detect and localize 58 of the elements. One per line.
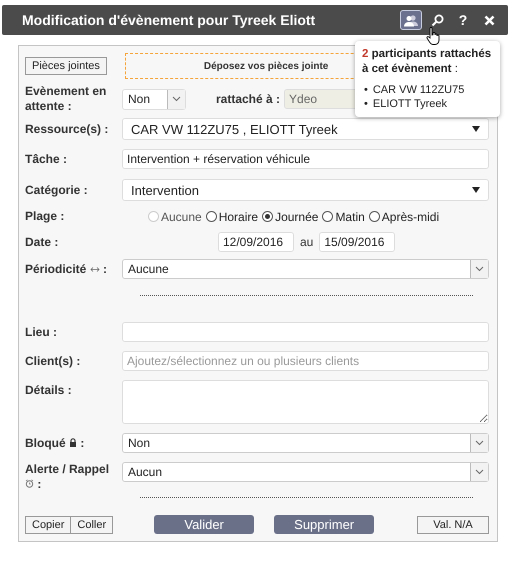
chevron-down-icon: [475, 469, 484, 475]
dropdown-arrow-icon: [472, 187, 480, 193]
validate-button[interactable]: Valider: [154, 515, 254, 534]
close-icon: [484, 14, 494, 26]
help-button[interactable]: ?: [452, 10, 474, 30]
arrows-icon: [90, 266, 100, 272]
field-label: Périodicité :: [25, 262, 108, 276]
field-label: Evènement en attente :: [25, 84, 108, 114]
copy-button[interactable]: Copier: [25, 516, 72, 534]
start-date-field[interactable]: 12/09/2016: [218, 232, 294, 252]
delete-button[interactable]: Supprimer: [274, 515, 374, 534]
radio-option[interactable]: Matin: [322, 210, 365, 224]
field-label: Client(s) :: [25, 354, 82, 368]
task-field[interactable]: Intervention + réservation véhicule: [122, 149, 489, 169]
attachments-button[interactable]: Pièces jointes: [25, 57, 107, 75]
lock-icon: [69, 438, 78, 446]
bullet-marker: •: [364, 97, 368, 111]
field-label: Catégorie :: [25, 182, 89, 198]
field-label: rattaché à :: [216, 92, 280, 106]
date-separator: au: [300, 235, 314, 249]
label-suffix: :: [103, 262, 108, 276]
field-label: Tâche :: [25, 152, 68, 166]
end-date-field[interactable]: 15/09/2016: [319, 232, 396, 252]
na-button[interactable]: Val. N/A: [417, 516, 489, 534]
field-label: Date :: [25, 234, 60, 250]
radio-option[interactable]: Après-midi: [368, 210, 440, 224]
field-label: Alerte / Rappel :: [25, 462, 110, 492]
dropdown-arrow-icon: [472, 126, 480, 132]
field-label: Ressource(s) :: [25, 122, 110, 136]
resources-select[interactable]: CAR VW 112ZU75 , ELIOTT Tyreek: [122, 118, 489, 140]
chevron-down-icon: [475, 440, 484, 446]
pending-select[interactable]: Non: [122, 88, 186, 110]
paste-button[interactable]: Coller: [71, 516, 114, 534]
category-select[interactable]: Intervention: [122, 179, 489, 201]
alert-select[interactable]: Aucun: [122, 462, 489, 482]
chevron-down-icon: [172, 96, 181, 102]
field-label: Plage :: [25, 209, 66, 224]
clients-field[interactable]: Ajoutez/sélectionnez un ou plusieurs clients: [122, 351, 489, 371]
participant-item: CAR VW 112ZU75: [372, 83, 464, 97]
alarm-clock-icon: [25, 479, 34, 488]
place-field[interactable]: [122, 322, 489, 342]
radio-option[interactable]: Journée: [262, 210, 318, 224]
search-icon: [430, 14, 444, 26]
field-label: Détails :: [25, 383, 73, 398]
field-label: Lieu :: [25, 324, 58, 340]
radio-option[interactable]: Horaire: [206, 210, 258, 224]
label-suffix: :: [80, 436, 84, 450]
label-suffix: :: [37, 477, 42, 491]
locked-select[interactable]: Non: [122, 433, 489, 453]
field-label: Bloqué :: [25, 436, 86, 450]
details-field[interactable]: [122, 380, 489, 424]
bullet-marker: •: [364, 83, 368, 97]
people-icon: [404, 14, 418, 26]
periodicity-select[interactable]: Aucune: [122, 259, 489, 279]
participant-item: ELIOTT Tyreek: [372, 97, 448, 111]
chevron-down-icon: [475, 266, 484, 272]
window-title: Modification d'évènement pour Tyreek Eliott: [22, 12, 316, 28]
participants-button[interactable]: [400, 10, 422, 30]
